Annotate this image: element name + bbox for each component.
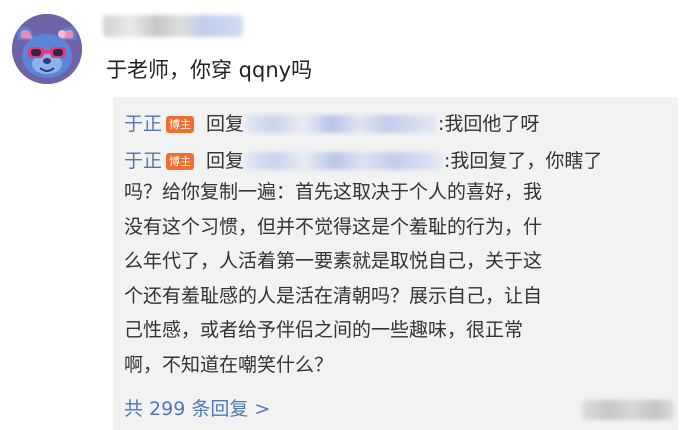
reply-text-line: 么年代了，人活着第一要素就是取悦自己，关于这 xyxy=(124,250,543,272)
reply-prefix: 回复 xyxy=(206,150,245,172)
reply-author[interactable]: 于正 xyxy=(124,113,162,135)
watermark-blurred xyxy=(582,400,674,420)
reply-text: :我回他了呀 xyxy=(438,113,540,135)
reply-item: 于正 博主 回复 :我回他了呀 xyxy=(124,110,539,138)
reply-item: 于正 博主 回复 :我回复了，你瞎了 xyxy=(124,147,602,175)
reply-text-continued: 吗？给你复制一遍：首先这取决于个人的喜好，我 没有这个习惯，但并不觉得这是个羞耻… xyxy=(124,175,664,382)
avatar[interactable] xyxy=(12,14,82,84)
username-blurred[interactable] xyxy=(103,15,243,37)
more-replies-link[interactable]: 共 299 条回复 > xyxy=(124,395,270,423)
comment-card: 于老师，你穿 qqny吗 于正 博主 回复:我回他了呀 于正 博主 回复:我回复了，你瞎… xyxy=(0,0,690,430)
reply-text-line: 个还有羞耻感的人是活在清朝吗？展示自己，让自 xyxy=(124,284,543,307)
cartoon-stitch-avatar-icon xyxy=(12,14,82,84)
reply-text-first-line: :我回复了，你瞎了 xyxy=(444,150,603,172)
author-badge: 博主 xyxy=(166,116,195,133)
comment-text: 于老师，你穿 qqny吗 xyxy=(106,58,313,82)
reply-text-line: 吗？给你复制一遍：首先这取决于个人的喜好，我 xyxy=(124,181,543,203)
author-badge: 博主 xyxy=(166,153,195,170)
reply-box: 于正 博主 回复:我回他了呀 于正 博主 回复:我回复了，你瞎了 吗？给你复制一遍：首先… xyxy=(113,97,678,430)
reply-text-line: 没有这个习惯，但并不觉得这是个羞耻的行为，什 xyxy=(124,215,543,238)
reply-prefix: 回复 xyxy=(206,113,245,135)
reply-text-line: 己性感，或者给予伴侣之间的一些趣味，很正常 xyxy=(124,319,524,341)
replied-user-blurred[interactable] xyxy=(246,152,443,170)
reply-text-line: 啊，不知道在嘲笑什么？ xyxy=(124,353,334,376)
reply-author[interactable]: 于正 xyxy=(124,150,162,172)
replied-user-blurred[interactable] xyxy=(246,115,437,133)
